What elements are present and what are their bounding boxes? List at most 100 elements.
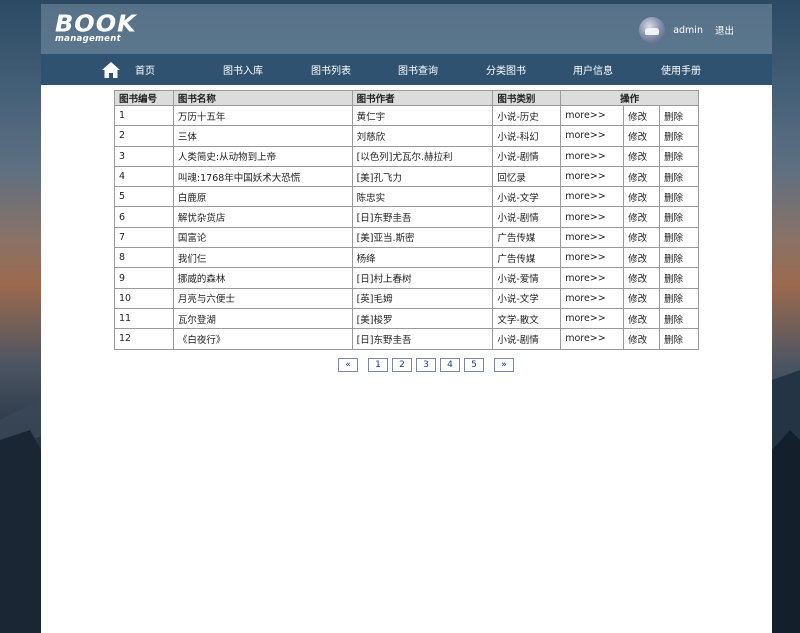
delete-link[interactable]: 删除	[659, 165, 699, 188]
cell-book-id: 2	[114, 125, 174, 147]
user-area: admin 退出	[639, 17, 734, 43]
cell-book-title: 人类简史:从动物到上帝	[172, 145, 353, 167]
cell-book-author: [以色列]尤瓦尔.赫拉利	[351, 145, 494, 167]
more-link[interactable]: more>>	[560, 328, 625, 350]
nav-item-manual[interactable]: 使用手册	[661, 54, 701, 85]
edit-link[interactable]: 修改	[623, 307, 661, 330]
more-link[interactable]: more>>	[560, 206, 625, 228]
delete-link[interactable]: 删除	[659, 104, 699, 127]
delete-link[interactable]: 删除	[659, 307, 699, 330]
cell-book-id: 12	[114, 328, 174, 350]
more-link[interactable]: more>>	[560, 125, 625, 147]
nav-item-book-list[interactable]: 图书列表	[311, 54, 351, 85]
nav-item-label: 首页	[135, 66, 155, 77]
more-link[interactable]: more>>	[560, 307, 625, 330]
column-header-actions: 操作	[560, 90, 699, 106]
more-link[interactable]: more>>	[560, 226, 625, 249]
cell-book-category: 文学-散文	[492, 307, 562, 330]
cell-book-id: 7	[114, 226, 174, 249]
cell-book-id: 11	[114, 307, 174, 330]
edit-link[interactable]: 修改	[623, 186, 661, 208]
nav-item-home[interactable]: 首页	[101, 54, 155, 85]
cell-book-author: [日]东野圭吾	[351, 206, 494, 228]
cell-book-title: 万历十五年	[172, 104, 353, 127]
delete-link[interactable]: 删除	[659, 267, 699, 289]
table-row: 4 叫魂:1768年中国妖术大恐慌 [美]孔飞力 回忆录 more>> 修改 删除	[114, 165, 699, 188]
pager-page-button[interactable]: 4	[440, 358, 460, 372]
cell-book-author: 黄仁宇	[351, 104, 494, 127]
main-nav: 首页 图书入库 图书列表 图书查询 分类图书 用户信息 使用手册	[41, 54, 772, 85]
nav-item-label: 图书查询	[398, 66, 438, 77]
edit-link[interactable]: 修改	[623, 226, 661, 249]
user-name: admin	[673, 24, 703, 36]
cell-book-id: 1	[114, 104, 174, 127]
nav-item-book-search[interactable]: 图书查询	[398, 54, 438, 85]
delete-link[interactable]: 删除	[659, 247, 699, 269]
delete-link[interactable]: 删除	[659, 328, 699, 350]
table-row: 6 解忧杂货店 [日]东野圭吾 小说-剧情 more>> 修改 删除	[114, 206, 699, 228]
column-header-author: 图书作者	[351, 90, 494, 106]
more-link[interactable]: more>>	[560, 165, 625, 188]
edit-link[interactable]: 修改	[623, 287, 661, 309]
more-link[interactable]: more>>	[560, 247, 625, 269]
more-link[interactable]: more>>	[560, 186, 625, 208]
pager-page-button[interactable]: 1	[368, 358, 388, 372]
column-header-id: 图书编号	[114, 90, 174, 106]
more-link[interactable]: more>>	[560, 145, 625, 167]
book-table: 图书编号 图书名称 图书作者 图书类别 操作 1 万历十五年 黄仁宇 小说-历史 mor…	[114, 90, 699, 350]
column-header-title: 图书名称	[172, 90, 353, 106]
cell-book-title: 月亮与六便士	[172, 287, 353, 309]
pager-next-button[interactable]: »	[494, 358, 514, 372]
edit-link[interactable]: 修改	[623, 165, 661, 188]
cell-book-title: 国富论	[172, 226, 353, 249]
edit-link[interactable]: 修改	[623, 206, 661, 228]
cell-book-id: 8	[114, 247, 174, 269]
cell-book-category: 小说-剧情	[492, 206, 562, 228]
edit-link[interactable]: 修改	[623, 145, 661, 167]
edit-link[interactable]: 修改	[623, 125, 661, 147]
logo: BOOK management	[55, 13, 137, 44]
cell-book-category: 回忆录	[492, 165, 562, 188]
edit-link[interactable]: 修改	[623, 267, 661, 289]
cell-book-author: [美]孔飞力	[351, 165, 494, 188]
table-row: 9 挪威的森林 [日]村上春树 小说-爱情 more>> 修改 删除	[114, 267, 699, 289]
more-link[interactable]: more>>	[560, 287, 625, 309]
logout-link[interactable]: 退出	[715, 23, 734, 37]
cell-book-title: 挪威的森林	[172, 267, 353, 289]
edit-link[interactable]: 修改	[623, 247, 661, 269]
cell-book-category: 小说-科幻	[492, 125, 562, 147]
delete-link[interactable]: 删除	[659, 186, 699, 208]
cell-book-category: 小说-剧情	[492, 328, 562, 350]
cell-book-category: 小说-文学	[492, 287, 562, 309]
nav-item-book-storage[interactable]: 图书入库	[223, 54, 263, 85]
cell-book-id: 9	[114, 267, 174, 289]
pager-prev-button[interactable]: «	[338, 358, 358, 372]
delete-link[interactable]: 删除	[659, 125, 699, 147]
cell-book-title: 解忧杂货店	[172, 206, 353, 228]
main-content: 图书编号 图书名称 图书作者 图书类别 操作 1 万历十五年 黄仁宇 小说-历史 mor…	[41, 85, 772, 633]
cell-book-category: 小说-文学	[492, 186, 562, 208]
pager-page-button[interactable]: 3	[416, 358, 436, 372]
nav-item-book-category[interactable]: 分类图书	[486, 54, 526, 85]
delete-link[interactable]: 删除	[659, 287, 699, 309]
delete-link[interactable]: 删除	[659, 226, 699, 249]
pager-page-button[interactable]: 2	[392, 358, 412, 372]
nav-item-user-info[interactable]: 用户信息	[573, 54, 613, 85]
delete-link[interactable]: 删除	[659, 145, 699, 167]
edit-link[interactable]: 修改	[623, 104, 661, 127]
cell-book-id: 5	[114, 186, 174, 208]
table-row: 5 白鹿原 陈忠实 小说-文学 more>> 修改 删除	[114, 186, 699, 208]
cell-book-author: [美]梭罗	[351, 307, 494, 330]
cell-book-title: 我们仨	[172, 247, 353, 269]
avatar[interactable]	[639, 17, 666, 43]
more-link[interactable]: more>>	[560, 104, 625, 127]
table-row: 8 我们仨 杨绛 广告传媒 more>> 修改 删除	[114, 247, 699, 269]
table-body: 1 万历十五年 黄仁宇 小说-历史 more>> 修改 删除 2 三体 刘慈欣 小说-科幻 more>…	[114, 104, 699, 350]
nav-item-label: 用户信息	[573, 66, 613, 77]
edit-link[interactable]: 修改	[623, 328, 661, 350]
cell-book-author: [日]村上春树	[351, 267, 494, 289]
delete-link[interactable]: 删除	[659, 206, 699, 228]
more-link[interactable]: more>>	[560, 267, 625, 289]
pager-page-button[interactable]: 5	[464, 358, 484, 372]
cell-book-category: 小说-历史	[492, 104, 562, 127]
